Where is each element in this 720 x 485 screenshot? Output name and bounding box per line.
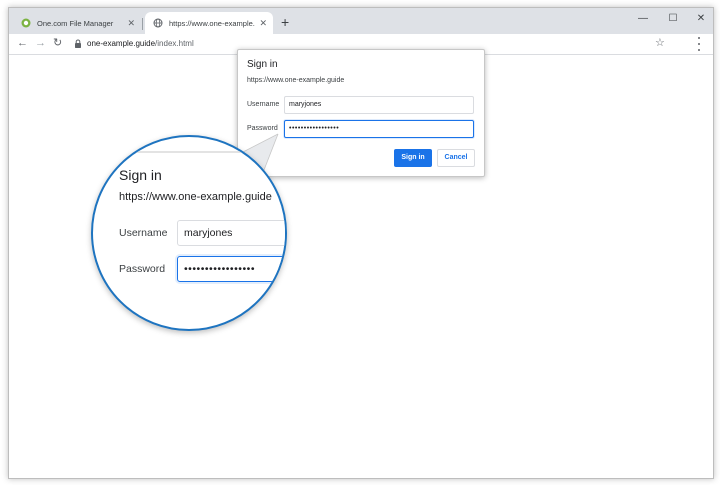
magnified-password-label: Password — [119, 263, 166, 275]
magnified-origin: https://www.one-example.guide — [119, 191, 272, 203]
new-tab-button[interactable]: + — [281, 14, 289, 30]
magnified-dialog-edge — [111, 151, 285, 153]
star-icon[interactable]: ☆ — [655, 36, 665, 50]
dialog-title: Sign in — [247, 59, 278, 70]
onecom-favicon-icon — [21, 18, 31, 28]
back-arrow-icon[interactable]: ← — [17, 36, 28, 50]
minimize-icon[interactable]: — — [633, 12, 653, 26]
magnified-dialog: Sign in https://www.one-example.guide Us… — [93, 137, 285, 329]
forward-arrow-icon[interactable]: → — [35, 36, 46, 50]
magnified-password-field: ••••••••••••••••• — [177, 256, 285, 282]
magnified-title: Sign in — [119, 167, 162, 183]
password-field[interactable]: ••••••••••••••••• — [284, 120, 474, 138]
magnified-username-label: Username — [119, 227, 168, 239]
tab-title: One.com File Manager — [37, 18, 114, 28]
password-label: Password — [247, 125, 278, 132]
address-bar[interactable]: one-example.guide/index.html — [87, 38, 194, 50]
maximize-icon[interactable]: ☐ — [663, 12, 683, 26]
sign-in-button[interactable]: Sign in — [394, 149, 432, 167]
dialog-origin: https://www.one-example.guide — [247, 77, 345, 84]
close-tab-icon[interactable]: ✕ — [127, 18, 135, 29]
url-host: one-example.guide — [87, 39, 156, 48]
close-window-icon[interactable]: ✕ — [691, 12, 711, 26]
cancel-button[interactable]: Cancel — [437, 149, 475, 167]
tab-one-example[interactable]: https://www.one-example.guide ✕ — [145, 12, 273, 34]
close-tab-icon[interactable]: ✕ — [259, 18, 267, 29]
magnified-username-field: maryjones — [177, 220, 285, 246]
tab-file-manager[interactable]: One.com File Manager ✕ — [13, 12, 141, 34]
lock-icon[interactable] — [74, 39, 82, 49]
username-label: Username — [247, 101, 280, 108]
url-path: /index.html — [155, 39, 194, 48]
tab-title: https://www.one-example.guide — [169, 18, 255, 28]
reload-icon[interactable]: ↻ — [53, 36, 62, 50]
username-field[interactable]: maryjones — [284, 96, 474, 114]
globe-icon — [153, 18, 163, 28]
tab-divider — [142, 18, 143, 30]
kebab-menu-icon[interactable] — [697, 37, 701, 51]
magnifier-callout: Sign in https://www.one-example.guide Us… — [91, 135, 287, 331]
tab-strip: One.com File Manager ✕ https://www.one-e… — [9, 8, 713, 34]
